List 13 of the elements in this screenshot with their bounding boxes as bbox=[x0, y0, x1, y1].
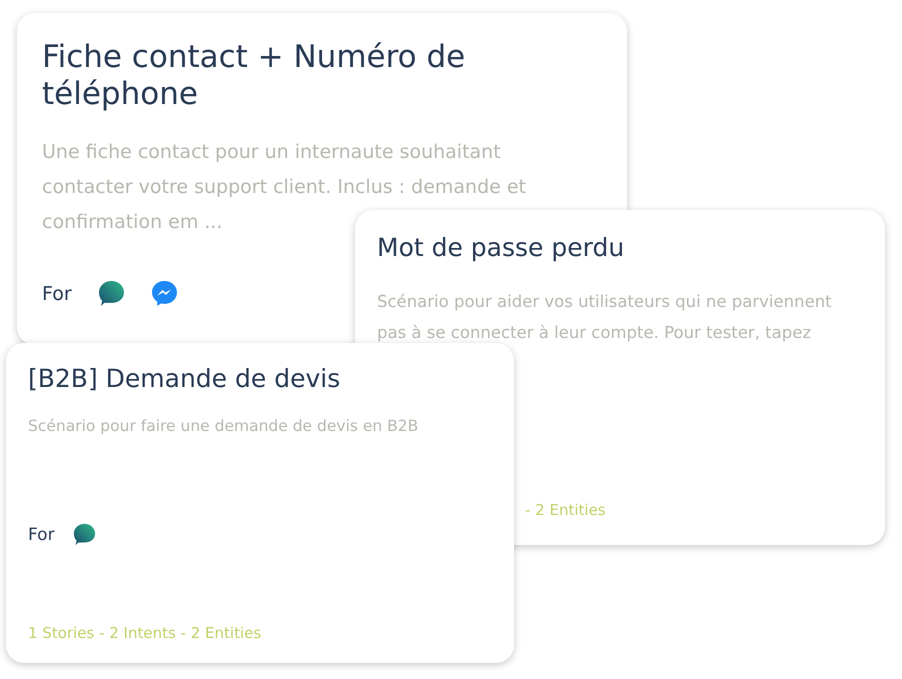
card-title: Mot de passe perdu bbox=[377, 232, 626, 264]
card-description: Scénario pour aider vos utilisateurs qui ne parviennent pas à se connecter à leur compte. Pour tester, tapez bbox=[377, 291, 833, 344]
for-label: For bbox=[28, 524, 55, 544]
chat-bubble-icon bbox=[72, 523, 96, 546]
card-stats: 1 Stories - 2 Intents - 2 Entities bbox=[28, 624, 262, 644]
card-title: Fiche contact + Numéro de téléphone bbox=[42, 39, 466, 113]
for-label: For bbox=[42, 282, 72, 304]
card-description: Une fiche contact pour un internaute souhaitant contacter votre support client. Inclus : demande et confirmation em ... bbox=[42, 140, 527, 235]
chat-bubble-icon bbox=[98, 280, 125, 307]
card-title: [B2B] Demande de devis bbox=[28, 363, 342, 395]
card-description: Scénario pour faire une demande de devis en B2B bbox=[28, 416, 420, 437]
messenger-icon bbox=[150, 280, 178, 307]
card-stats: - 2 Entities bbox=[524, 501, 607, 521]
